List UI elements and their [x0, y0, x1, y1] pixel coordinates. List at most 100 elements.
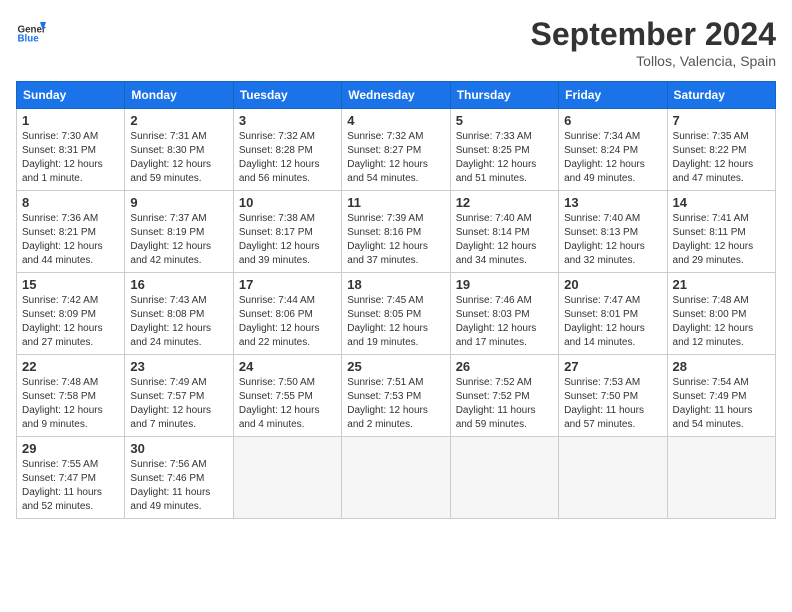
- day-info: Sunrise: 7:46 AMSunset: 8:03 PMDaylight:…: [456, 295, 537, 348]
- day-number: 11: [347, 195, 444, 210]
- table-row: 20 Sunrise: 7:47 AMSunset: 8:01 PMDayligh…: [559, 273, 667, 355]
- table-row: 24 Sunrise: 7:50 AMSunset: 7:55 PMDayligh…: [233, 355, 341, 437]
- day-number: 30: [130, 441, 227, 456]
- col-friday: Friday: [559, 82, 667, 109]
- day-info: Sunrise: 7:33 AMSunset: 8:25 PMDaylight:…: [456, 131, 537, 184]
- day-number: 18: [347, 277, 444, 292]
- table-row: 4 Sunrise: 7:32 AMSunset: 8:27 PMDaylight…: [342, 109, 450, 191]
- day-info: Sunrise: 7:47 AMSunset: 8:01 PMDaylight:…: [564, 295, 645, 348]
- table-row: 7 Sunrise: 7:35 AMSunset: 8:22 PMDaylight…: [667, 109, 775, 191]
- col-tuesday: Tuesday: [233, 82, 341, 109]
- day-number: 23: [130, 359, 227, 374]
- day-number: 26: [456, 359, 553, 374]
- day-number: 7: [673, 113, 770, 128]
- table-row: 21 Sunrise: 7:48 AMSunset: 8:00 PMDayligh…: [667, 273, 775, 355]
- day-info: Sunrise: 7:42 AMSunset: 8:09 PMDaylight:…: [22, 295, 103, 348]
- table-row: 23 Sunrise: 7:49 AMSunset: 7:57 PMDayligh…: [125, 355, 233, 437]
- day-number: 22: [22, 359, 119, 374]
- day-info: Sunrise: 7:54 AMSunset: 7:49 PMDaylight:…: [673, 377, 753, 430]
- logo: General Blue: [16, 16, 48, 46]
- svg-text:Blue: Blue: [18, 34, 40, 45]
- day-info: Sunrise: 7:39 AMSunset: 8:16 PMDaylight:…: [347, 213, 428, 266]
- day-number: 10: [239, 195, 336, 210]
- day-number: 27: [564, 359, 661, 374]
- table-row: 5 Sunrise: 7:33 AMSunset: 8:25 PMDaylight…: [450, 109, 558, 191]
- col-saturday: Saturday: [667, 82, 775, 109]
- calendar-table: Sunday Monday Tuesday Wednesday Thursday…: [16, 81, 776, 519]
- table-row: 9 Sunrise: 7:37 AMSunset: 8:19 PMDaylight…: [125, 191, 233, 273]
- day-info: Sunrise: 7:41 AMSunset: 8:11 PMDaylight:…: [673, 213, 754, 266]
- logo-icon: General Blue: [16, 16, 46, 46]
- day-number: 13: [564, 195, 661, 210]
- title-block: September 2024 Tollos, Valencia, Spain: [531, 16, 776, 69]
- day-info: Sunrise: 7:53 AMSunset: 7:50 PMDaylight:…: [564, 377, 644, 430]
- day-number: 8: [22, 195, 119, 210]
- header-row: Sunday Monday Tuesday Wednesday Thursday…: [17, 82, 776, 109]
- page-header: General Blue September 2024 Tollos, Vale…: [16, 16, 776, 69]
- day-number: 17: [239, 277, 336, 292]
- table-row: 17Sunrise: 7:44 AMSunset: 8:06 PMDayligh…: [233, 273, 341, 355]
- day-number: 24: [239, 359, 336, 374]
- table-row: 11 Sunrise: 7:39 AMSunset: 8:16 PMDayligh…: [342, 191, 450, 273]
- table-row: 19 Sunrise: 7:46 AMSunset: 8:03 PMDayligh…: [450, 273, 558, 355]
- col-sunday: Sunday: [17, 82, 125, 109]
- table-row: [233, 437, 341, 519]
- day-info: Sunrise: 7:48 AMSunset: 8:00 PMDaylight:…: [673, 295, 754, 348]
- day-number: 5: [456, 113, 553, 128]
- day-number: 25: [347, 359, 444, 374]
- day-number: 12: [456, 195, 553, 210]
- table-row: 26 Sunrise: 7:52 AMSunset: 7:52 PMDayligh…: [450, 355, 558, 437]
- day-info: Sunrise: 7:50 AMSunset: 7:55 PMDaylight:…: [239, 377, 320, 430]
- day-number: 19: [456, 277, 553, 292]
- table-row: 16 Sunrise: 7:43 AMSunset: 8:08 PMDayligh…: [125, 273, 233, 355]
- table-row: 13 Sunrise: 7:40 AMSunset: 8:13 PMDayligh…: [559, 191, 667, 273]
- day-number: 6: [564, 113, 661, 128]
- day-info: Sunrise: 7:35 AMSunset: 8:22 PMDaylight:…: [673, 131, 754, 184]
- day-info: Sunrise: 7:36 AMSunset: 8:21 PMDaylight:…: [22, 213, 103, 266]
- day-info: Sunrise: 7:45 AMSunset: 8:05 PMDaylight:…: [347, 295, 428, 348]
- day-info: Sunrise: 7:56 AMSunset: 7:46 PMDaylight:…: [130, 459, 210, 512]
- table-row: 10 Sunrise: 7:38 AMSunset: 8:17 PMDayligh…: [233, 191, 341, 273]
- col-monday: Monday: [125, 82, 233, 109]
- day-number: 20: [564, 277, 661, 292]
- day-info: Sunrise: 7:49 AMSunset: 7:57 PMDaylight:…: [130, 377, 211, 430]
- day-info: Sunrise: 7:48 AMSunset: 7:58 PMDaylight:…: [22, 377, 103, 430]
- day-number: 3: [239, 113, 336, 128]
- day-number: 21: [673, 277, 770, 292]
- day-info: Sunrise: 7:32 AMSunset: 8:28 PMDaylight:…: [239, 131, 320, 184]
- table-row: [342, 437, 450, 519]
- day-info: Sunrise: 7:43 AMSunset: 8:08 PMDaylight:…: [130, 295, 211, 348]
- table-row: [450, 437, 558, 519]
- day-info: Sunrise: 7:37 AMSunset: 8:19 PMDaylight:…: [130, 213, 211, 266]
- day-info: Sunrise: 7:40 AMSunset: 8:13 PMDaylight:…: [564, 213, 645, 266]
- table-row: 6 Sunrise: 7:34 AMSunset: 8:24 PMDaylight…: [559, 109, 667, 191]
- day-info: Sunrise: 7:52 AMSunset: 7:52 PMDaylight:…: [456, 377, 536, 430]
- month-title: September 2024: [531, 16, 776, 53]
- day-number: 15: [22, 277, 119, 292]
- table-row: 1Sunrise: 7:30 AMSunset: 8:31 PMDaylight…: [17, 109, 125, 191]
- day-info: Sunrise: 7:34 AMSunset: 8:24 PMDaylight:…: [564, 131, 645, 184]
- table-row: 2Sunrise: 7:31 AMSunset: 8:30 PMDaylight…: [125, 109, 233, 191]
- table-row: 15 Sunrise: 7:42 AMSunset: 8:09 PMDayligh…: [17, 273, 125, 355]
- location: Tollos, Valencia, Spain: [531, 53, 776, 69]
- day-number: 29: [22, 441, 119, 456]
- day-info: Sunrise: 7:38 AMSunset: 8:17 PMDaylight:…: [239, 213, 320, 266]
- table-row: 27 Sunrise: 7:53 AMSunset: 7:50 PMDayligh…: [559, 355, 667, 437]
- day-info: Sunrise: 7:30 AMSunset: 8:31 PMDaylight:…: [22, 131, 103, 184]
- day-number: 9: [130, 195, 227, 210]
- table-row: 14 Sunrise: 7:41 AMSunset: 8:11 PMDayligh…: [667, 191, 775, 273]
- day-number: 16: [130, 277, 227, 292]
- table-row: 8 Sunrise: 7:36 AMSunset: 8:21 PMDaylight…: [17, 191, 125, 273]
- table-row: 3 Sunrise: 7:32 AMSunset: 8:28 PMDaylight…: [233, 109, 341, 191]
- day-number: 28: [673, 359, 770, 374]
- col-thursday: Thursday: [450, 82, 558, 109]
- day-number: 4: [347, 113, 444, 128]
- table-row: [667, 437, 775, 519]
- day-info: Sunrise: 7:32 AMSunset: 8:27 PMDaylight:…: [347, 131, 428, 184]
- table-row: 18 Sunrise: 7:45 AMSunset: 8:05 PMDayligh…: [342, 273, 450, 355]
- table-row: 28 Sunrise: 7:54 AMSunset: 7:49 PMDayligh…: [667, 355, 775, 437]
- day-number: 14: [673, 195, 770, 210]
- col-wednesday: Wednesday: [342, 82, 450, 109]
- table-row: 25Sunrise: 7:51 AMSunset: 7:53 PMDayligh…: [342, 355, 450, 437]
- table-row: [559, 437, 667, 519]
